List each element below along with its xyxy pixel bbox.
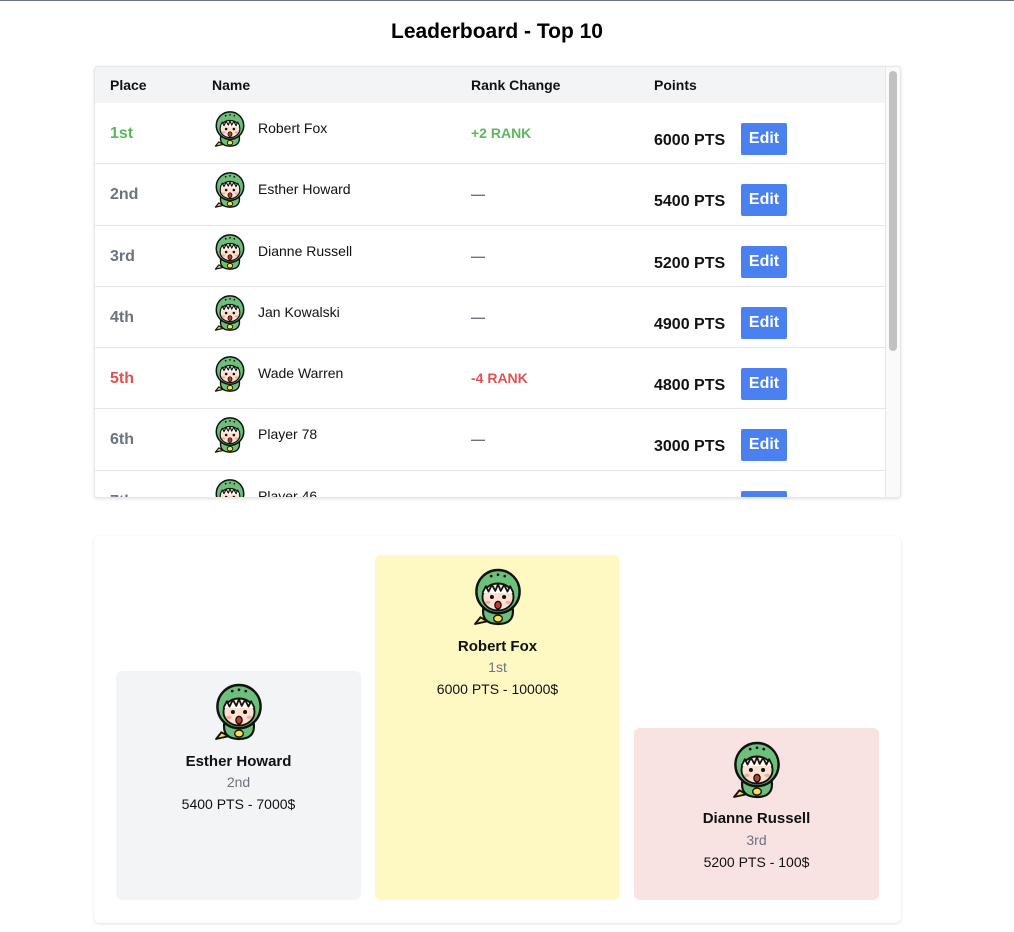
header-rank-change: Rank Change [471,77,561,93]
dino-avatar-icon [730,741,784,799]
podium-score: 5200 PTS - 100$ [703,854,810,870]
podium-third: Dianne Russell 3rd 5200 PTS - 100$ [634,728,879,900]
table-header: Place Name Rank Change Points [95,67,886,103]
row-player-name: Esther Howard [258,181,351,198]
dino-avatar-icon [212,295,248,331]
dino-avatar-icon [212,479,248,498]
table-row: 2nd Esther Howard — 5400 PTS Edit [95,164,886,226]
scrollbar-thumb[interactable] [889,71,897,351]
table-row: 3rd Dianne Russell — 5200 PTS Edit [95,225,886,287]
podium-card: Esther Howard 2nd 5400 PTS - 7000$ Rober… [94,536,901,923]
table-row: 4th Jan Kowalski — 4900 PTS Edit [95,286,886,349]
table-row: 1st Robert Fox +2 RANK 6000 PTS Edit [95,103,886,165]
table-row: 6th Player 78 — 3000 PTS Edit [95,409,886,471]
header-place: Place [110,77,147,93]
row-player-name: Player 46 [258,487,318,498]
table-scrollbar[interactable] [885,67,900,497]
edit-button[interactable]: Edit [741,368,787,401]
row-points: 4900 PTS [654,315,726,333]
row-rank-change: — [471,247,485,264]
edit-button[interactable]: Edit [741,306,787,339]
row-place: 2nd [110,186,139,204]
top-border [0,0,1014,1]
row-points: 6000 PTS [654,132,726,149]
podium-first: Robert Fox 1st 6000 PTS - 10000$ [375,555,620,900]
podium-second: Esther Howard 2nd 5400 PTS - 7000$ [116,671,361,900]
podium-name: Dianne Russell [702,810,811,827]
row-player-name: Robert Fox [258,120,328,136]
podium-score: 6000 PTS - 10000$ [436,681,559,697]
podium-score: 5400 PTS - 7000$ [181,796,296,812]
dino-avatar-icon [212,172,248,208]
row-rank-change: -4 RANK [471,370,528,387]
row-player-name: Jan Kowalski [258,303,340,320]
edit-button[interactable]: Edit [741,184,787,217]
table-row: 5th Wade Warren -4 RANK 4800 PTS Edit [95,348,886,410]
row-player-name: Dianne Russell [258,242,353,259]
dino-avatar-icon [212,111,248,147]
dino-avatar-icon [212,234,248,270]
row-place: 6th [110,431,134,449]
podium-place: 1st [488,659,507,675]
edit-button[interactable]: Edit [741,490,787,497]
header-points: Points [654,77,697,93]
podium-name: Esther Howard [185,753,292,770]
row-points: 3000 PTS [654,438,726,456]
edit-button[interactable]: Edit [741,429,787,462]
row-points: 4800 PTS [654,377,726,395]
row-player-name: Player 78 [258,426,318,443]
header-name: Name [212,77,251,93]
dino-avatar-icon [212,356,248,392]
row-rank-change: — [471,431,485,448]
row-place: 7th [110,493,134,497]
row-place: 4th [110,308,134,326]
row-points: 5200 PTS [654,254,726,272]
row-place: 5th [110,370,134,388]
podium-place: 3rd [746,832,767,848]
page-title: Leaderboard - Top 10 [391,20,603,43]
edit-button[interactable]: Edit [741,123,787,155]
row-rank-change: — [471,308,485,325]
edit-button[interactable]: Edit [741,245,787,278]
row-points: 5400 PTS [654,193,726,211]
dino-avatar-icon [212,683,266,741]
table-scroll-area[interactable]: Place Name Rank Change Points 1st Robert… [95,67,886,498]
podium-name: Robert Fox [457,638,538,655]
row-rank-change: +2 RANK [471,125,532,141]
leaderboard-table: Place Name Rank Change Points 1st Robert… [94,66,901,498]
table-row: 7th Player 46 Edit [95,470,886,498]
row-player-name: Wade Warren [258,365,344,382]
row-rank-change: — [471,186,485,203]
dino-avatar-icon [471,568,525,626]
dino-avatar-icon [212,417,248,453]
row-place: 3rd [110,247,135,265]
row-place: 1st [110,125,134,142]
podium-place: 2nd [226,774,251,790]
